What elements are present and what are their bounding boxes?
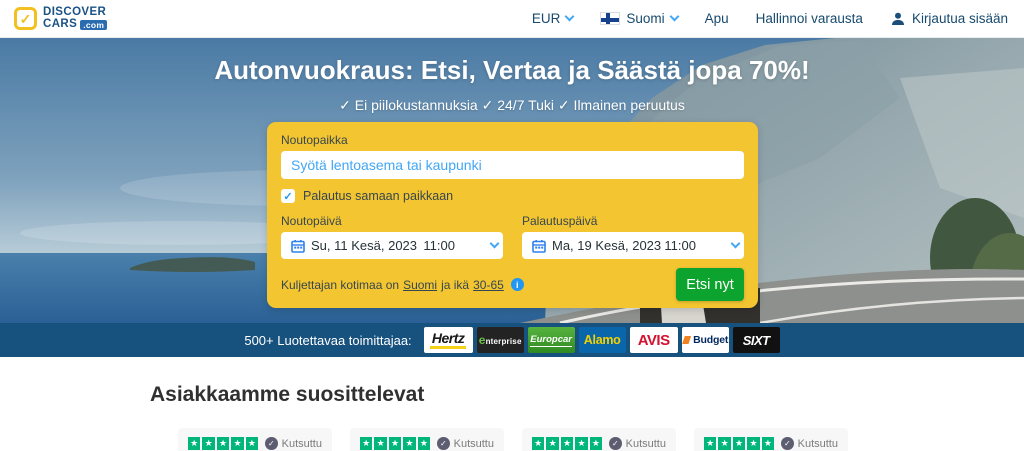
pickup-location-label: Noutopaikka bbox=[281, 133, 744, 147]
person-icon bbox=[890, 11, 906, 27]
star-icon bbox=[403, 437, 415, 450]
supplier-logo-avis: AVIS bbox=[630, 327, 678, 353]
manage-booking-link[interactable]: Hallinnoi varausta bbox=[756, 11, 863, 26]
supplier-logo-enterprise: enterprise bbox=[477, 327, 524, 353]
star-icon bbox=[733, 437, 745, 450]
residency-country-link[interactable]: Suomi bbox=[403, 278, 437, 292]
star-icon bbox=[202, 437, 214, 450]
logo-checkmark-icon: ✓ bbox=[14, 7, 37, 30]
hero-subtitle: ✓ Ei piilokustannuksia ✓ 24/7 Tuki ✓ Ilm… bbox=[0, 97, 1024, 114]
review-card[interactable]: ✓ Kutsuttu bbox=[522, 428, 676, 451]
invited-label: Kutsuttu bbox=[454, 438, 494, 450]
budget-orange-mark-icon bbox=[682, 336, 691, 344]
star-icon bbox=[718, 437, 730, 450]
logo-text-discover: DISCOVER bbox=[43, 7, 107, 19]
supplier-logo-budget: Budget bbox=[682, 327, 729, 353]
star-icon bbox=[389, 437, 401, 450]
pickup-time-value[interactable]: 11:00 bbox=[423, 238, 455, 253]
dropoff-date-field[interactable]: Ma, 19 Kesä, 2023 11:00 bbox=[522, 232, 744, 259]
supplier-logo-alamo: Alamo bbox=[579, 327, 626, 353]
star-icon bbox=[418, 437, 430, 450]
chevron-down-icon bbox=[731, 239, 741, 249]
chevron-down-icon bbox=[490, 239, 500, 249]
suppliers-label: 500+ Luotettavaa toimittajaa: bbox=[244, 333, 411, 348]
star-icon bbox=[532, 437, 544, 450]
reviews-section: Asiakkaamme suosittelevat ✓ Kutsuttu ✓ bbox=[0, 357, 1024, 451]
review-card[interactable]: ✓ Kutsuttu bbox=[178, 428, 332, 451]
pickup-date-field[interactable]: Su, 11 Kesä, 2023 11:00 bbox=[281, 232, 503, 259]
calendar-icon bbox=[532, 239, 546, 253]
logo-text-cars: CARS .com bbox=[43, 19, 107, 31]
logo-tld-badge: .com bbox=[80, 20, 107, 31]
same-location-label: Palautus samaan paikkaan bbox=[303, 189, 453, 203]
invited-check-icon: ✓ bbox=[609, 437, 621, 450]
star-icon bbox=[575, 437, 587, 450]
chevron-down-icon bbox=[669, 12, 679, 22]
calendar-icon bbox=[291, 239, 305, 253]
supplier-logo-europcar: Europcar bbox=[528, 327, 575, 353]
dropoff-date-label: Palautuspäivä bbox=[522, 214, 744, 228]
currency-selector[interactable]: EUR bbox=[532, 11, 574, 26]
star-icon bbox=[360, 437, 372, 450]
pickup-location-input[interactable] bbox=[281, 151, 744, 179]
invited-label: Kutsuttu bbox=[282, 438, 322, 450]
invited-check-icon: ✓ bbox=[437, 437, 449, 450]
language-selector[interactable]: Suomi bbox=[600, 11, 677, 26]
pickup-date-label: Noutopäivä bbox=[281, 214, 503, 228]
supplier-logo-sixt: SIXT bbox=[733, 327, 780, 353]
star-icon bbox=[217, 437, 229, 450]
finland-flag-icon bbox=[600, 12, 620, 25]
review-card[interactable]: ✓ Kutsuttu bbox=[694, 428, 848, 451]
star-icon bbox=[188, 437, 200, 450]
discovercars-logo[interactable]: ✓ DISCOVER CARS .com bbox=[14, 7, 107, 31]
info-icon[interactable]: i bbox=[511, 278, 524, 291]
driver-residency-text: Kuljettajan kotimaa on Suomi ja ikä 30-6… bbox=[281, 278, 524, 292]
star-icon bbox=[704, 437, 716, 450]
star-icon bbox=[561, 437, 573, 450]
pickup-date-value: Su, 11 Kesä, 2023 bbox=[311, 238, 417, 253]
star-icon bbox=[231, 437, 243, 450]
header-nav: EUR Suomi Apu Hallinnoi varausta Kirjaut… bbox=[532, 11, 1008, 27]
same-location-checkbox-row[interactable]: ✓ Palautus samaan paikkaan bbox=[281, 189, 744, 203]
chevron-down-icon bbox=[565, 12, 575, 22]
star-icon bbox=[747, 437, 759, 450]
supplier-logo-hertz: Hertz bbox=[424, 327, 473, 353]
suppliers-bar: 500+ Luotettavaa toimittajaa: Hertz ente… bbox=[0, 323, 1024, 357]
star-icon bbox=[546, 437, 558, 450]
search-panel: Noutopaikka ✓ Palautus samaan paikkaan N… bbox=[267, 122, 758, 308]
review-cards-row: ✓ Kutsuttu ✓ Kutsuttu ✓ bbox=[178, 428, 1024, 451]
star-icon bbox=[246, 437, 258, 450]
top-header: ✓ DISCOVER CARS .com EUR Suomi Apu Halli… bbox=[0, 0, 1024, 38]
supplier-logos: Hertz enterprise Europcar Alamo AVIS Bud… bbox=[424, 327, 780, 353]
driver-age-link[interactable]: 30-65 bbox=[473, 278, 504, 292]
invited-check-icon: ✓ bbox=[265, 437, 277, 450]
invited-label: Kutsuttu bbox=[626, 438, 666, 450]
star-icon bbox=[374, 437, 386, 450]
search-button[interactable]: Etsi nyt bbox=[676, 268, 744, 301]
star-icon bbox=[762, 437, 774, 450]
reviews-heading: Asiakkaamme suosittelevat bbox=[150, 383, 1024, 407]
checkbox-checked-icon[interactable]: ✓ bbox=[281, 189, 295, 203]
hero-section: Autonvuokraus: Etsi, Vertaa ja Säästä jo… bbox=[0, 38, 1024, 323]
review-card[interactable]: ✓ Kutsuttu bbox=[350, 428, 504, 451]
star-icon bbox=[590, 437, 602, 450]
dropoff-time-value[interactable]: 11:00 bbox=[664, 238, 696, 253]
invited-label: Kutsuttu bbox=[798, 438, 838, 450]
invited-check-icon: ✓ bbox=[781, 437, 793, 450]
sign-in-link[interactable]: Kirjautua sisään bbox=[890, 11, 1008, 27]
help-link[interactable]: Apu bbox=[705, 11, 729, 26]
dropoff-date-value: Ma, 19 Kesä, 2023 bbox=[552, 238, 661, 253]
hero-title: Autonvuokraus: Etsi, Vertaa ja Säästä jo… bbox=[0, 55, 1024, 86]
